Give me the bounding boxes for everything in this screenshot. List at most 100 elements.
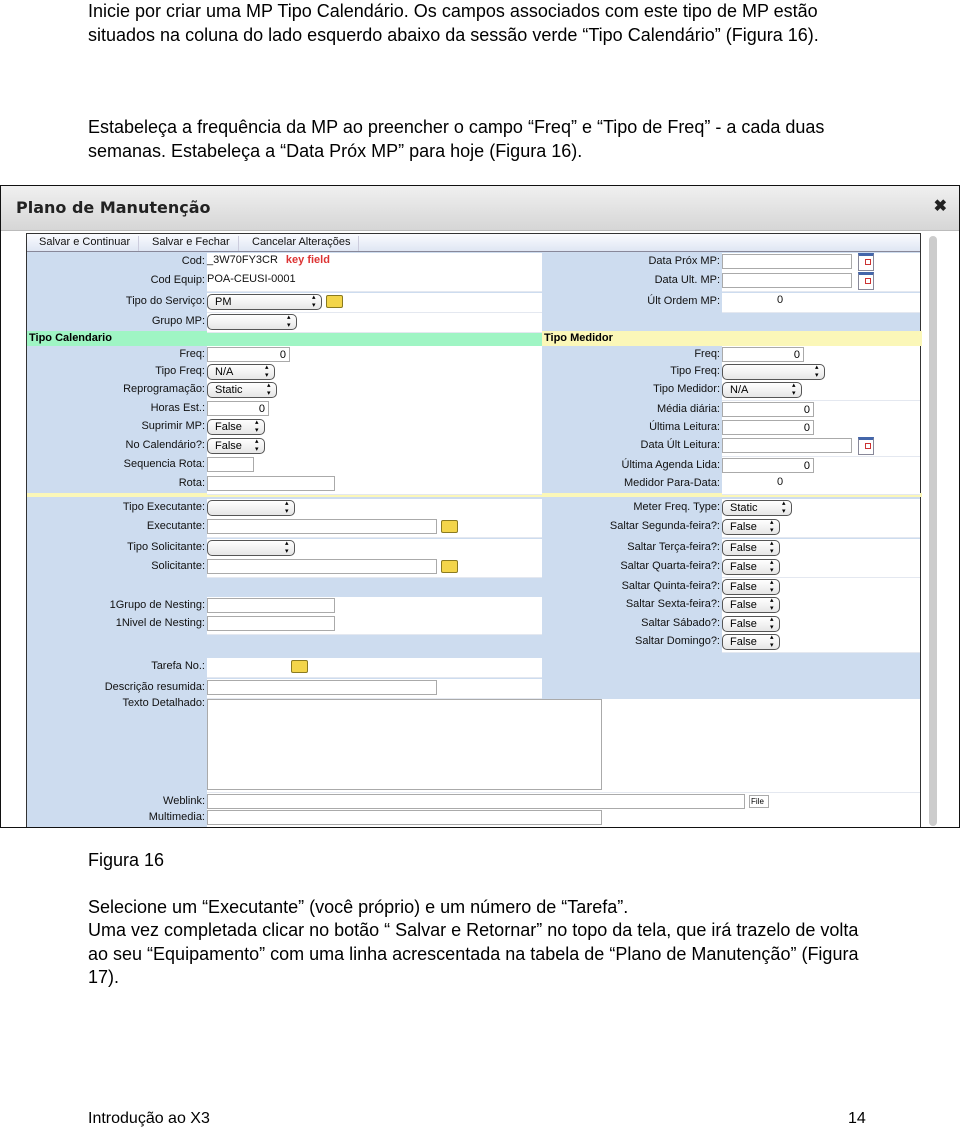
data-prox-mp-input[interactable] — [722, 254, 852, 269]
saltar-segunda-feira-select[interactable]: False — [722, 519, 780, 535]
data-ult-leitura-input[interactable] — [722, 438, 852, 453]
executante-input[interactable] — [207, 519, 437, 534]
saltar-terca-feira-label: Saltar Terça-feira?: — [627, 541, 720, 553]
grupo-mp-label: Grupo MP: — [151, 315, 205, 327]
data-ult-mp-input[interactable] — [722, 273, 852, 288]
saltar-sexta-feira-value-text: False — [730, 599, 757, 611]
ultima-leitura-input[interactable]: 0 — [722, 420, 814, 435]
saltar-sabado-label: Saltar Sábado?: — [641, 617, 720, 629]
ult-ordem-mp-label: Últ Ordem MP: — [647, 295, 720, 307]
freq-input[interactable]: 0 — [207, 347, 290, 362]
rota-label: Rota: — [178, 477, 205, 489]
no-calendario-select[interactable]: False — [207, 438, 265, 454]
field-row-bg — [207, 658, 542, 678]
tipo-freq-label: Tipo Freq: — [155, 365, 205, 377]
document-page: Inicie por criar uma MP Tipo Calendário.… — [0, 0, 960, 1130]
section-tipo-medidor: Tipo Medidor — [542, 331, 922, 346]
calendar-icon[interactable] — [858, 253, 874, 271]
multimedia-input[interactable] — [207, 810, 602, 825]
weblink-label: Weblink: — [163, 795, 205, 807]
cod-equip-value: POA-CEUSI-0001 — [207, 273, 297, 285]
folder-icon[interactable] — [291, 660, 308, 673]
cod-value: _3W70FY3CR key field — [207, 254, 330, 266]
media-diaria-value-text: 0 — [803, 404, 810, 416]
weblink-input[interactable] — [207, 794, 745, 809]
1grupo-de-nesting-input[interactable] — [207, 598, 335, 613]
field-row-bg — [722, 293, 920, 313]
tipo-do-servico-select[interactable]: PM — [207, 294, 322, 310]
save-close-button[interactable]: Salvar e Fechar — [144, 236, 239, 251]
no-calendario-value-text: False — [215, 440, 242, 452]
freq-value-text: 0 — [279, 349, 286, 361]
calendar-icon[interactable] — [858, 272, 874, 290]
freq-input[interactable]: 0 — [722, 347, 804, 362]
freq-label: Freq: — [694, 348, 720, 360]
data-ult-mp-label: Data Ult. MP: — [654, 274, 720, 286]
paragraph-save: Uma vez completada clicar no botão “ Sal… — [88, 920, 859, 987]
data-prox-mp-label: Data Próx MP: — [648, 255, 720, 267]
scrollbar[interactable] — [929, 236, 937, 826]
ultima-agenda-lida-input[interactable]: 0 — [722, 458, 814, 473]
meter-freq-type-select[interactable]: Static — [722, 500, 792, 516]
tipo-medidor-select[interactable]: N/A — [722, 382, 802, 398]
suprimir-mp-select[interactable]: False — [207, 419, 265, 435]
sequencia-rota-label: Sequencia Rota: — [123, 458, 205, 470]
paragraph-executante: Selecione um “Executante” (você próprio)… — [88, 897, 629, 917]
screenshot-figure-16: Plano de Manutenção ✖ Salvar e Continuar… — [0, 185, 960, 828]
tipo-executante-select[interactable] — [207, 500, 295, 516]
saltar-domingo-value-text: False — [730, 636, 757, 648]
tipo-freq-select[interactable] — [722, 364, 825, 380]
saltar-sabado-select[interactable]: False — [722, 616, 780, 632]
form-toolbar: Salvar e Continuar Salvar e Fechar Cance… — [27, 234, 920, 252]
close-icon[interactable]: ✖ — [934, 196, 947, 216]
tipo-medidor-label: Tipo Medidor: — [653, 383, 720, 395]
calendar-icon[interactable] — [858, 437, 874, 455]
descricao-resumida-input[interactable] — [207, 680, 437, 695]
freq-value-text: 0 — [793, 349, 800, 361]
tipo-freq-value-text: N/A — [215, 366, 234, 378]
saltar-quarta-feira-select[interactable]: False — [722, 559, 780, 575]
texto-detalhado-label: Texto Detalhado: — [122, 697, 205, 709]
cod-equip-value-text: POA-CEUSI-0001 — [207, 273, 296, 285]
ultima-agenda-lida-label: Última Agenda Lida: — [621, 459, 720, 471]
saltar-segunda-feira-label: Saltar Segunda-feira?: — [609, 520, 720, 532]
saltar-quinta-feira-value-text: False — [730, 581, 757, 593]
executante-label: Executante: — [146, 520, 205, 532]
1nivel-de-nesting-input[interactable] — [207, 616, 335, 631]
saltar-sexta-feira-select[interactable]: False — [722, 597, 780, 613]
folder-icon[interactable] — [441, 560, 458, 573]
saltar-segunda-feira-value-text: False — [730, 521, 757, 533]
saltar-terca-feira-select[interactable]: False — [722, 540, 780, 556]
solicitante-input[interactable] — [207, 559, 437, 574]
cancel-changes-button[interactable]: Cancelar Alterações — [244, 236, 360, 251]
ultima-leitura-label: Última Leitura: — [649, 421, 720, 433]
window-title: Plano de Manutenção — [16, 198, 211, 217]
figure-caption: Figura 16 — [88, 850, 165, 870]
file-button[interactable]: File — [749, 795, 769, 808]
folder-icon[interactable] — [326, 295, 343, 308]
tipo-do-servico-label: Tipo do Serviço: — [125, 295, 205, 307]
tipo-solicitante-select[interactable] — [207, 540, 295, 556]
paragraph-frequency: Estabeleça a frequência da MP ao preench… — [88, 117, 825, 161]
reprogramacao-select[interactable]: Static — [207, 382, 277, 398]
no-calendario-label: No Calendário?: — [125, 439, 206, 451]
grupo-mp-select[interactable] — [207, 314, 297, 330]
form-panel: Salvar e Continuar Salvar e Fechar Cance… — [26, 233, 922, 827]
rota-input[interactable] — [207, 476, 335, 491]
suprimir-mp-value-text: False — [215, 421, 242, 433]
folder-icon[interactable] — [441, 520, 458, 533]
tipo-do-servico-value-text: PM — [215, 296, 232, 308]
tipo-freq-select[interactable]: N/A — [207, 364, 275, 380]
saltar-domingo-select[interactable]: False — [722, 634, 780, 650]
cod-value-text: _3W70FY3CR — [207, 254, 278, 266]
ultima-leitura-value-text: 0 — [803, 422, 810, 434]
tipo-solicitante-label: Tipo Solicitante: — [127, 541, 205, 553]
saltar-quinta-feira-select[interactable]: False — [722, 579, 780, 595]
media-diaria-input[interactable]: 0 — [722, 402, 814, 417]
save-continue-button[interactable]: Salvar e Continuar — [31, 236, 140, 251]
horas-est-label: Horas Est.: — [150, 402, 205, 414]
sequencia-rota-input[interactable] — [207, 457, 254, 472]
saltar-quarta-feira-label: Saltar Quarta-feira?: — [620, 560, 720, 572]
texto-detalhado-textarea[interactable] — [207, 699, 602, 790]
horas-est-input[interactable]: 0 — [207, 401, 269, 416]
